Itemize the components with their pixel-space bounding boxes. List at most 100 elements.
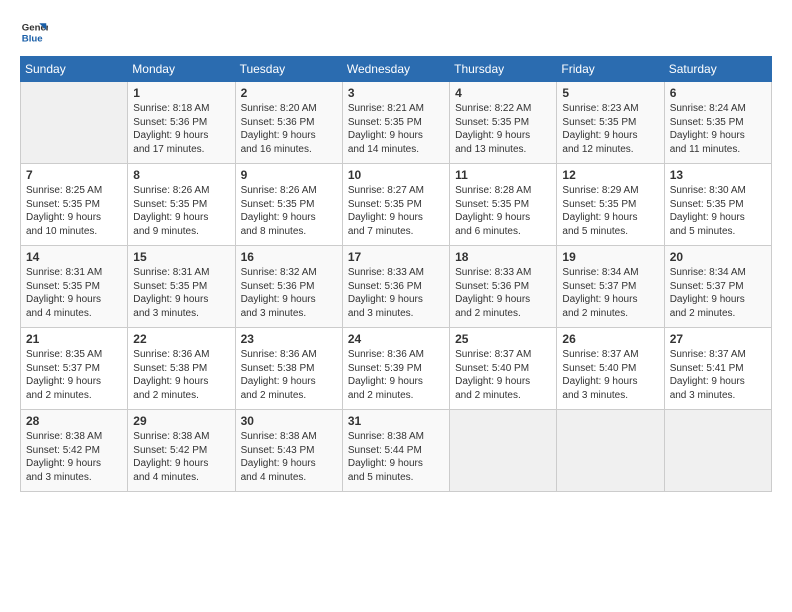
day-info: Sunrise: 8:37 AMSunset: 5:40 PMDaylight:… [455,348,551,402]
day-number: 17 [348,250,444,264]
day-info: Sunrise: 8:35 AMSunset: 5:37 PMDaylight:… [26,348,122,402]
day-number: 7 [26,168,122,182]
day-info: Sunrise: 8:37 AMSunset: 5:41 PMDaylight:… [670,348,766,402]
calendar-cell [664,410,771,492]
calendar-cell: 22 Sunrise: 8:36 AMSunset: 5:38 PMDayligh… [128,328,235,410]
day-number: 25 [455,332,551,346]
day-number: 26 [562,332,658,346]
day-info: Sunrise: 8:25 AMSunset: 5:35 PMDaylight:… [26,184,122,238]
day-number: 22 [133,332,229,346]
calendar-cell: 13 Sunrise: 8:30 AMSunset: 5:35 PMDayligh… [664,164,771,246]
calendar-cell: 16Sunrise: 8:32 AMSunset: 5:36 PMDayligh… [235,246,342,328]
day-info: Sunrise: 8:24 AMSunset: 5:35 PMDaylight:… [670,102,766,156]
day-info: Sunrise: 8:30 AMSunset: 5:35 PMDaylight:… [670,184,766,238]
day-info: Sunrise: 8:26 AMSunset: 5:35 PMDaylight:… [241,184,337,238]
day-number: 3 [348,86,444,100]
calendar-cell: 5 Sunrise: 8:23 AMSunset: 5:35 PMDaylight… [557,82,664,164]
calendar-cell: 27 Sunrise: 8:37 AMSunset: 5:41 PMDayligh… [664,328,771,410]
day-info: Sunrise: 8:36 AMSunset: 5:38 PMDaylight:… [133,348,229,402]
calendar-week-row: 7 Sunrise: 8:25 AMSunset: 5:35 PMDaylight… [21,164,772,246]
calendar-week-row: 21 Sunrise: 8:35 AMSunset: 5:37 PMDayligh… [21,328,772,410]
day-number: 11 [455,168,551,182]
calendar-cell: 2 Sunrise: 8:20 AMSunset: 5:36 PMDaylight… [235,82,342,164]
day-number: 19 [562,250,658,264]
calendar-cell: 8 Sunrise: 8:26 AMSunset: 5:35 PMDaylight… [128,164,235,246]
day-info: Sunrise: 8:32 AMSunset: 5:36 PMDaylight:… [241,266,337,320]
day-number: 27 [670,332,766,346]
calendar-cell: 6 Sunrise: 8:24 AMSunset: 5:35 PMDaylight… [664,82,771,164]
day-info: Sunrise: 8:18 AMSunset: 5:36 PMDaylight:… [133,102,229,156]
day-info: Sunrise: 8:34 AMSunset: 5:37 PMDaylight:… [670,266,766,320]
calendar-cell: 14 Sunrise: 8:31 AMSunset: 5:35 PMDayligh… [21,246,128,328]
calendar-week-row: 28 Sunrise: 8:38 AMSunset: 5:42 PMDayligh… [21,410,772,492]
logo-icon: General Blue [20,18,48,46]
calendar-cell: 20 Sunrise: 8:34 AMSunset: 5:37 PMDayligh… [664,246,771,328]
calendar-cell: 1 Sunrise: 8:18 AMSunset: 5:36 PMDaylight… [128,82,235,164]
calendar-cell: 29 Sunrise: 8:38 AMSunset: 5:42 PMDayligh… [128,410,235,492]
day-info: Sunrise: 8:31 AMSunset: 5:35 PMDaylight:… [133,266,229,320]
day-info: Sunrise: 8:23 AMSunset: 5:35 PMDaylight:… [562,102,658,156]
day-number: 6 [670,86,766,100]
day-info: Sunrise: 8:29 AMSunset: 5:35 PMDaylight:… [562,184,658,238]
day-number: 28 [26,414,122,428]
day-number: 30 [241,414,337,428]
day-number: 13 [670,168,766,182]
day-info: Sunrise: 8:27 AMSunset: 5:35 PMDaylight:… [348,184,444,238]
calendar-cell: 9 Sunrise: 8:26 AMSunset: 5:35 PMDaylight… [235,164,342,246]
calendar-cell [557,410,664,492]
col-header-saturday: Saturday [664,57,771,82]
calendar-cell [450,410,557,492]
day-info: Sunrise: 8:38 AMSunset: 5:44 PMDaylight:… [348,430,444,484]
calendar-cell: 4Sunrise: 8:22 AMSunset: 5:35 PMDaylight… [450,82,557,164]
day-number: 20 [670,250,766,264]
day-info: Sunrise: 8:21 AMSunset: 5:35 PMDaylight:… [348,102,444,156]
day-number: 9 [241,168,337,182]
calendar-table: SundayMondayTuesdayWednesdayThursdayFrid… [20,56,772,492]
col-header-thursday: Thursday [450,57,557,82]
day-info: Sunrise: 8:34 AMSunset: 5:37 PMDaylight:… [562,266,658,320]
col-header-wednesday: Wednesday [342,57,449,82]
calendar-cell: 23Sunrise: 8:36 AMSunset: 5:38 PMDayligh… [235,328,342,410]
day-number: 31 [348,414,444,428]
day-info: Sunrise: 8:20 AMSunset: 5:36 PMDaylight:… [241,102,337,156]
day-number: 29 [133,414,229,428]
day-info: Sunrise: 8:28 AMSunset: 5:35 PMDaylight:… [455,184,551,238]
col-header-monday: Monday [128,57,235,82]
day-info: Sunrise: 8:22 AMSunset: 5:35 PMDaylight:… [455,102,551,156]
calendar-cell: 26 Sunrise: 8:37 AMSunset: 5:40 PMDayligh… [557,328,664,410]
day-number: 2 [241,86,337,100]
calendar-cell: 11 Sunrise: 8:28 AMSunset: 5:35 PMDayligh… [450,164,557,246]
calendar-cell: 28Sunrise: 8:38 AMSunset: 5:42 PMDayligh… [21,410,128,492]
day-number: 8 [133,168,229,182]
logo: General Blue [20,18,52,46]
day-info: Sunrise: 8:31 AMSunset: 5:35 PMDaylight:… [26,266,122,320]
day-number: 5 [562,86,658,100]
col-header-sunday: Sunday [21,57,128,82]
day-info: Sunrise: 8:26 AMSunset: 5:35 PMDaylight:… [133,184,229,238]
calendar-cell: 15 Sunrise: 8:31 AMSunset: 5:35 PMDayligh… [128,246,235,328]
day-info: Sunrise: 8:37 AMSunset: 5:40 PMDaylight:… [562,348,658,402]
day-number: 14 [26,250,122,264]
calendar-cell: 7 Sunrise: 8:25 AMSunset: 5:35 PMDaylight… [21,164,128,246]
calendar-header-row: SundayMondayTuesdayWednesdayThursdayFrid… [21,57,772,82]
calendar-cell: 24Sunrise: 8:36 AMSunset: 5:39 PMDayligh… [342,328,449,410]
day-number: 18 [455,250,551,264]
calendar-cell: 3 Sunrise: 8:21 AMSunset: 5:35 PMDaylight… [342,82,449,164]
day-info: Sunrise: 8:33 AMSunset: 5:36 PMDaylight:… [348,266,444,320]
calendar-week-row: 1 Sunrise: 8:18 AMSunset: 5:36 PMDaylight… [21,82,772,164]
day-number: 15 [133,250,229,264]
calendar-week-row: 14 Sunrise: 8:31 AMSunset: 5:35 PMDayligh… [21,246,772,328]
day-info: Sunrise: 8:38 AMSunset: 5:42 PMDaylight:… [133,430,229,484]
col-header-friday: Friday [557,57,664,82]
calendar-cell: 31 Sunrise: 8:38 AMSunset: 5:44 PMDayligh… [342,410,449,492]
day-info: Sunrise: 8:38 AMSunset: 5:43 PMDaylight:… [241,430,337,484]
calendar-cell: 21 Sunrise: 8:35 AMSunset: 5:37 PMDayligh… [21,328,128,410]
day-number: 1 [133,86,229,100]
calendar-cell: 19 Sunrise: 8:34 AMSunset: 5:37 PMDayligh… [557,246,664,328]
day-number: 24 [348,332,444,346]
day-number: 23 [241,332,337,346]
day-number: 21 [26,332,122,346]
calendar-cell: 17 Sunrise: 8:33 AMSunset: 5:36 PMDayligh… [342,246,449,328]
col-header-tuesday: Tuesday [235,57,342,82]
page: General Blue SundayMondayTuesdayWednesda… [0,0,792,612]
